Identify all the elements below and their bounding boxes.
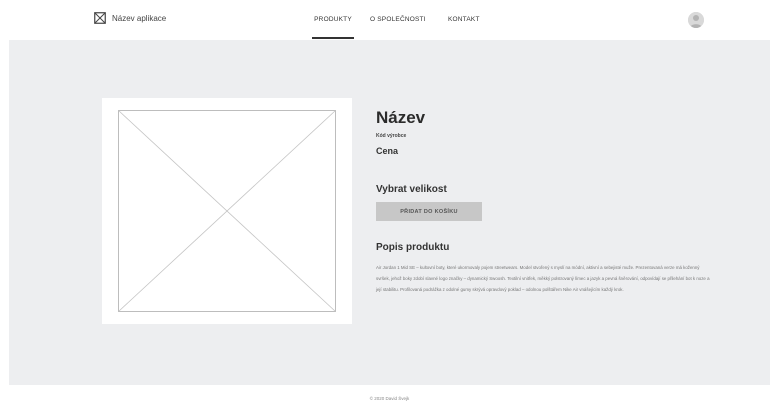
image-placeholder-icon: [94, 12, 106, 24]
product-description: Air Jordan 1 Mid SE – kultovní boty, kte…: [376, 265, 710, 293]
app-brand[interactable]: Název aplikace: [94, 12, 166, 24]
app-name: Název aplikace: [112, 13, 167, 23]
image-placeholder-icon: [118, 110, 336, 312]
product-price: Cena: [376, 146, 399, 156]
user-avatar-icon: [688, 12, 704, 28]
nav-item-products[interactable]: PRODUKTY: [312, 0, 354, 40]
top-navigation-bar: Název aplikace PRODUKTY O SPOLEČNOSTI KO…: [0, 0, 779, 40]
user-avatar[interactable]: [688, 12, 704, 28]
main-nav: PRODUKTY O SPOLEČNOSTI KONTAKT: [312, 0, 498, 40]
description-heading: Popis produktu: [376, 242, 450, 253]
add-to-cart-button[interactable]: PŘIDAT DO KOŠÍKU: [376, 202, 482, 221]
nav-item-about[interactable]: O SPOLEČNOSTI: [370, 0, 436, 40]
size-selector-heading: Vybrat velikost: [376, 184, 447, 195]
product-code: Kód výrobce: [376, 133, 407, 139]
nav-item-contact[interactable]: KONTAKT: [448, 0, 498, 40]
product-image-card: [102, 98, 352, 324]
product-title: Název: [376, 108, 426, 127]
product-image: [118, 110, 336, 312]
footer-copyright: © 2020 David Švejk: [369, 396, 410, 401]
